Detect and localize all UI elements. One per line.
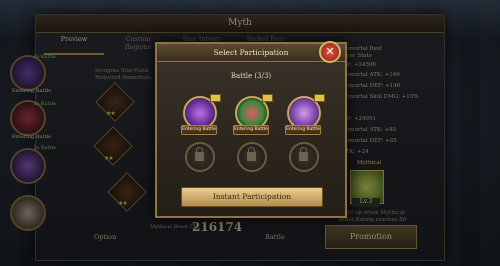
dialog-title: Select Participation (157, 44, 345, 62)
select-participation-dialog: Select Participation Battle (3/3) Enteri… (155, 42, 347, 218)
rank-badge-icon (262, 94, 273, 102)
lock-icon (247, 147, 256, 161)
lock-icon (299, 147, 308, 161)
close-icon[interactable]: ✕ (319, 41, 341, 63)
entering-battle-badge: Entering Battle (233, 125, 269, 135)
lock-icon (195, 147, 204, 161)
locked-slot[interactable] (237, 142, 267, 172)
locked-slot[interactable] (289, 142, 319, 172)
rank-badge-icon (314, 94, 325, 102)
instant-participation-button[interactable]: Instant Participation (181, 187, 323, 207)
locked-slot[interactable] (185, 142, 215, 172)
entering-battle-badge: Entering Battle (181, 125, 217, 135)
battle-count: Battle (3/3) (230, 72, 272, 80)
rank-badge-icon (210, 94, 221, 102)
entering-battle-badge: Entering Battle (285, 125, 321, 135)
